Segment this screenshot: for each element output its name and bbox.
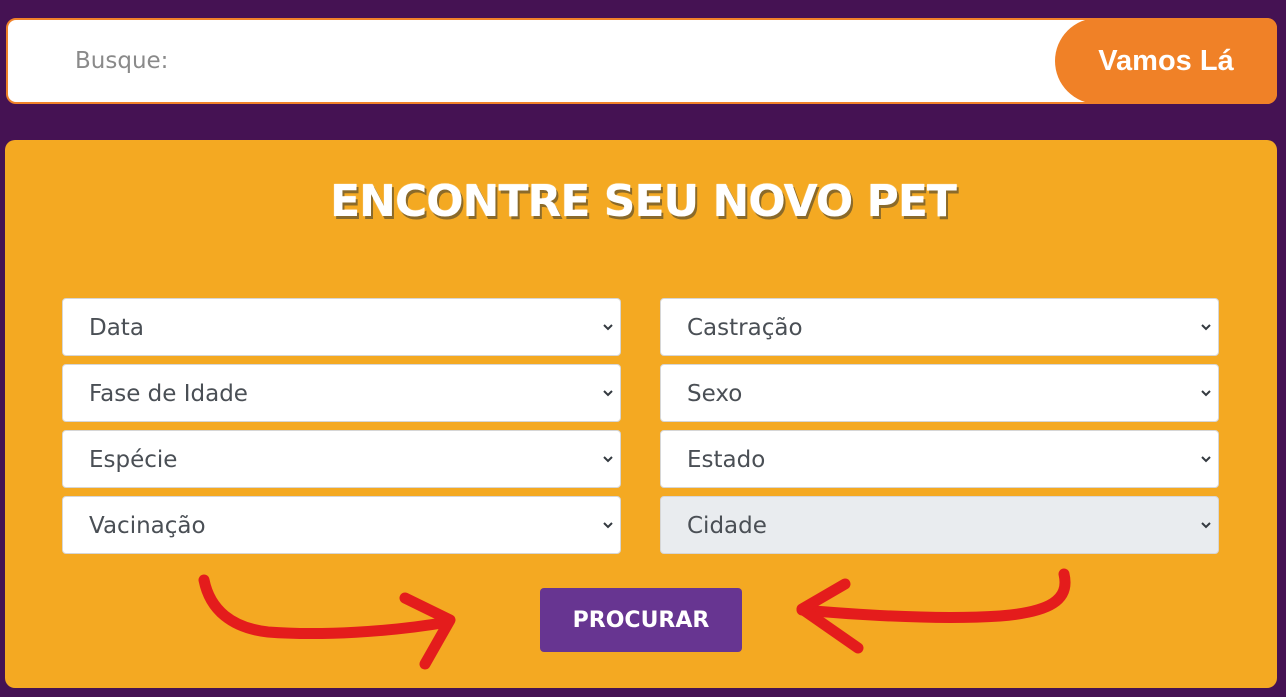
annotation-arrows [198, 568, 1071, 670]
